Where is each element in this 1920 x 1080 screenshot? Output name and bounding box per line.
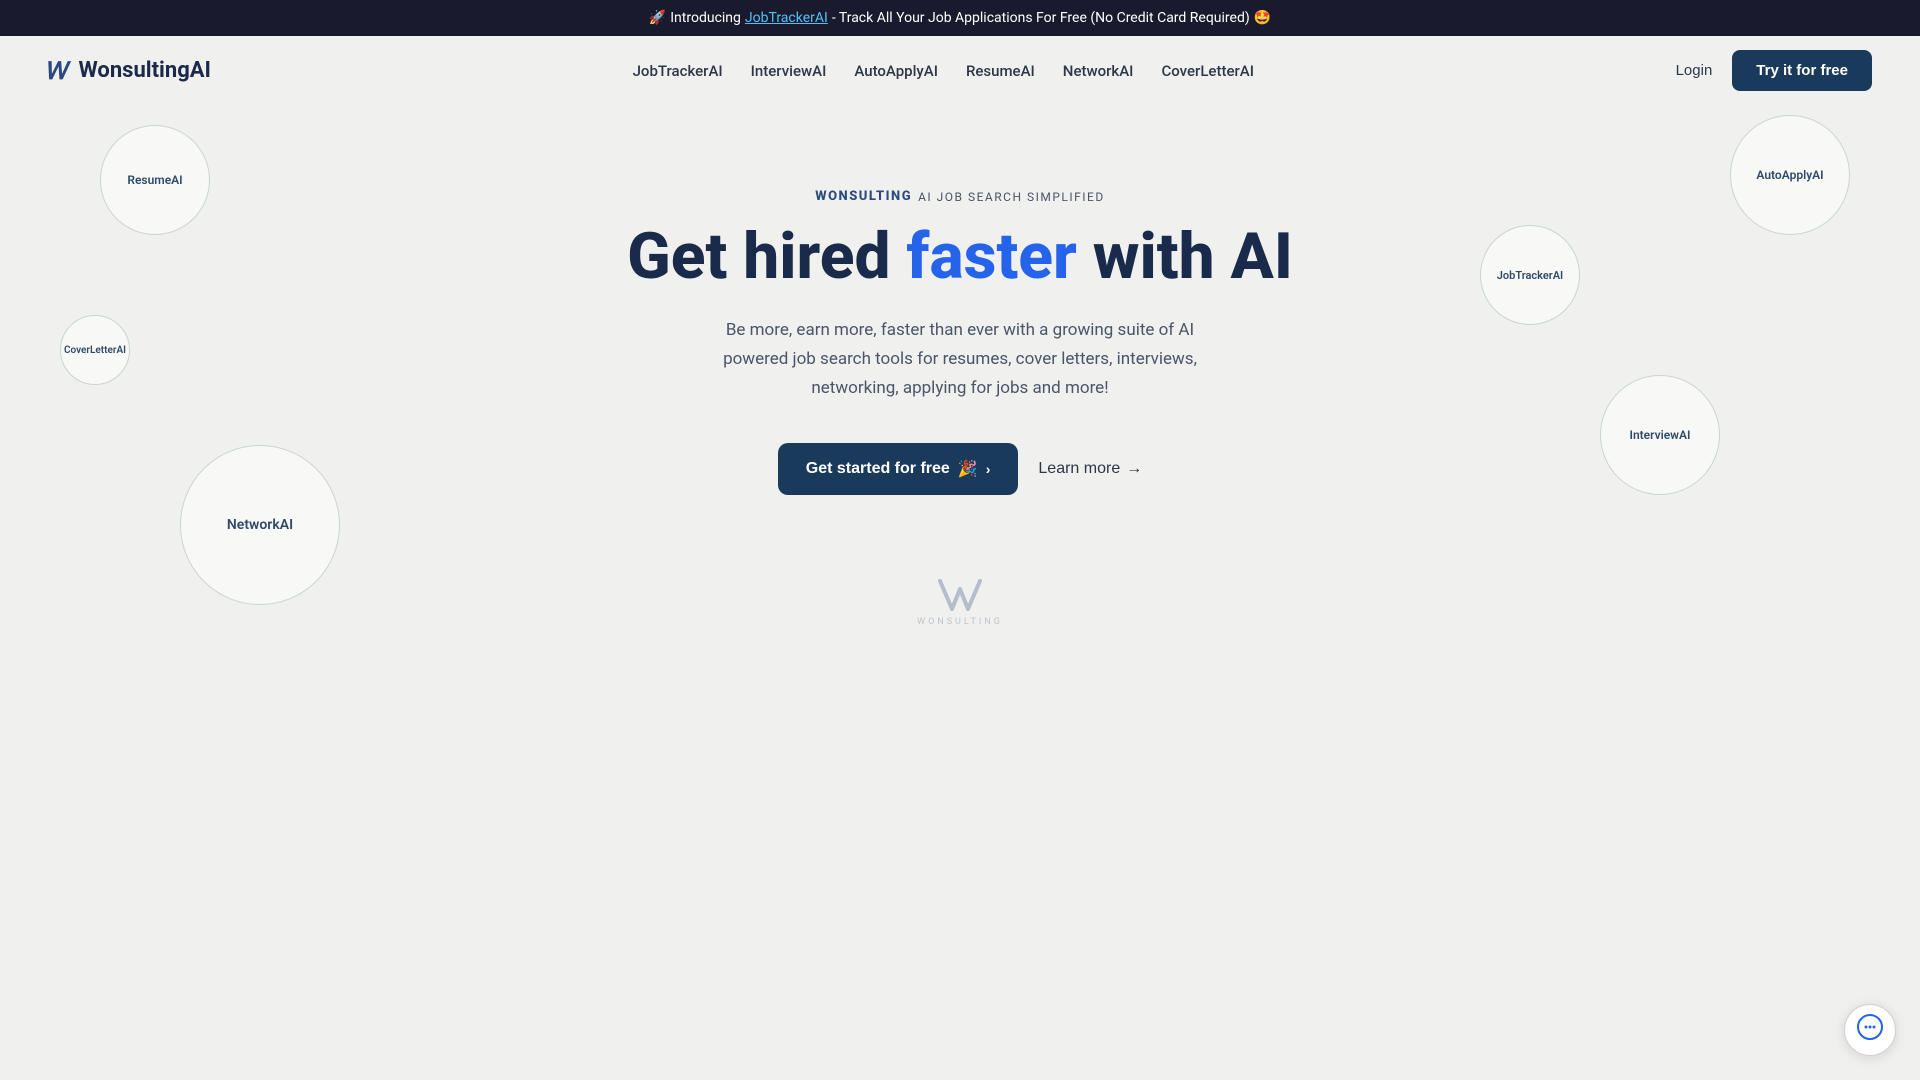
learn-more-arrow: → [1126,460,1142,478]
login-button[interactable]: Login [1676,62,1713,79]
bottom-logo-wordmark: WONSULTING [917,617,1003,627]
badge-text: AI JOB SEARCH SIMPLIFIED [918,190,1105,204]
hero-title-part2: with AI [1077,219,1293,294]
banner-rocket-emoji: 🚀 [649,10,666,26]
nav-coverletterai[interactable]: CoverLetterAI [1161,62,1254,80]
get-started-button[interactable]: Get started for free 🎉 › [778,443,1019,495]
navbar: 𝑊 WonsultingAI JobTrackerAI InterviewAI … [0,36,1920,105]
logo-w-symbol: 𝑊 [48,57,71,85]
circle-interviewai: InterviewAI [1600,375,1720,495]
announcement-banner: 🚀 Introducing JobTrackerAI - Track All Y… [0,0,1920,36]
banner-star-emoji: 🤩 [1254,10,1271,26]
badge-logo: Wonsulting [815,189,912,204]
bottom-logo-symbol [936,575,984,615]
nav-autoapplyai[interactable]: AutoApplyAI [854,62,938,80]
navbar-logo[interactable]: 𝑊 WonsultingAI [48,57,211,85]
learn-more-label: Learn more [1038,460,1120,478]
nav-jobtrackerai[interactable]: JobTrackerAI [633,62,723,80]
bottom-logo-area: WONSULTING [20,575,1900,627]
hero-title-part1: Get hired [627,219,906,294]
banner-intro-text: Introducing [670,10,741,26]
get-started-emoji: 🎉 [958,459,978,479]
nav-networkai[interactable]: NetworkAI [1063,62,1134,80]
banner-link[interactable]: JobTrackerAI [745,10,828,26]
circle-resumeai: ResumeAI [100,125,210,235]
hero-title: Get hired faster with AI [20,222,1900,292]
get-started-label: Get started for free [806,460,950,478]
get-started-arrow: › [986,461,991,477]
nav-right: Login Try it for free [1676,50,1872,91]
hero-section: ResumeAI AutoApplyAI JobTrackerAI CoverL… [0,105,1920,805]
banner-rest-text: - Track All Your Job Applications For Fr… [832,10,1250,26]
logo-text: WonsultingAI [79,58,212,83]
nav-links: JobTrackerAI InterviewAI AutoApplyAI Res… [633,61,1254,80]
bottom-logo: WONSULTING [917,575,1003,627]
nav-interviewai[interactable]: InterviewAI [751,62,827,80]
nav-resumeai[interactable]: ResumeAI [966,62,1035,80]
circle-jobtrackerai: JobTrackerAI [1480,225,1580,325]
circle-autoapplyai: AutoApplyAI [1730,115,1850,235]
chat-icon [1857,1014,1883,1047]
hero-title-highlight: faster [906,219,1076,294]
chat-button[interactable] [1844,1004,1896,1056]
try-free-button[interactable]: Try it for free [1732,50,1872,91]
hero-description: Be more, earn more, faster than ever wit… [700,316,1220,403]
hero-badge: Wonsulting AI JOB SEARCH SIMPLIFIED [815,189,1105,204]
learn-more-button[interactable]: Learn more → [1038,460,1142,478]
circle-coverletterai: CoverLetterAI [60,315,130,385]
